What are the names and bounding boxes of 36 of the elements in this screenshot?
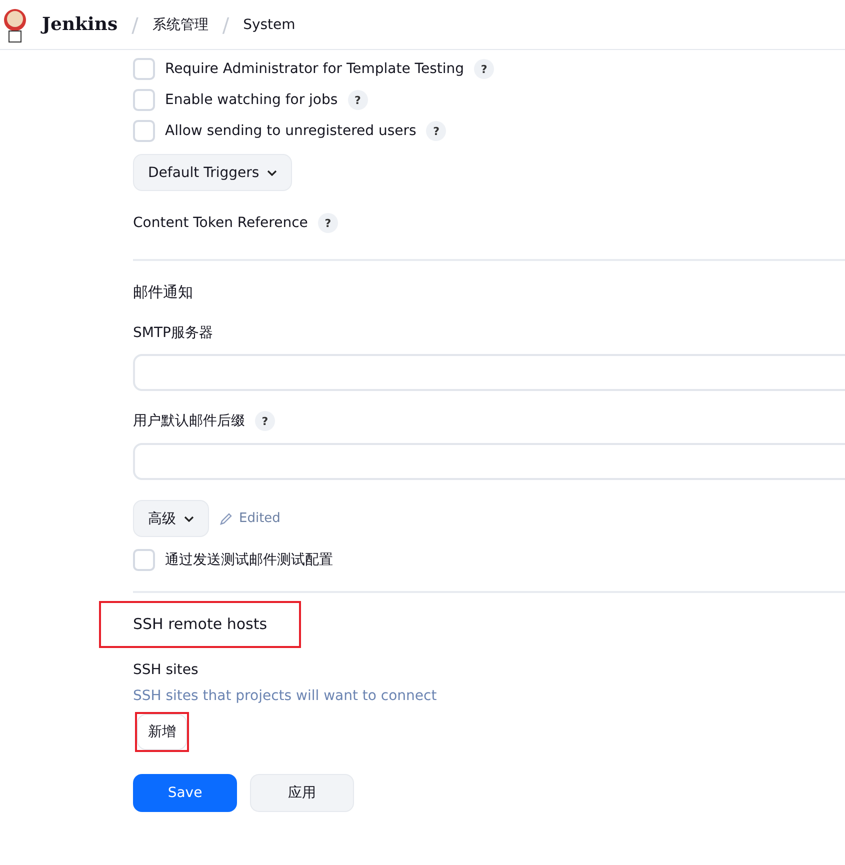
field-description: SSH sites that projects will want to connect — [133, 688, 437, 704]
help-button[interactable]: ? — [348, 90, 368, 110]
edited-indicator: Edited — [219, 511, 280, 526]
help-button[interactable]: ? — [318, 213, 338, 233]
smtp-field[interactable] — [133, 354, 845, 391]
chevron-down-icon — [267, 170, 278, 176]
checkbox[interactable] — [133, 120, 155, 142]
checkbox[interactable] — [133, 549, 155, 571]
advanced-button[interactable]: 高级 — [133, 500, 209, 537]
option-label: Allow sending to unregistered users — [165, 123, 416, 139]
section-title: 邮件通知 — [133, 283, 193, 302]
field-label: SMTP服务器 — [133, 324, 213, 342]
checkbox[interactable] — [133, 58, 155, 80]
chevron-down-icon — [184, 516, 194, 522]
section-title: SSH remote hosts — [133, 615, 268, 633]
brand-name[interactable]: Jenkins — [42, 14, 118, 35]
help-button[interactable]: ? — [426, 121, 446, 141]
help-button[interactable]: ? — [474, 59, 494, 79]
pencil-icon — [219, 512, 233, 526]
breadcrumb-separator: / — [132, 12, 138, 36]
field-label: 用户默认邮件后缀 — [133, 412, 245, 430]
option-label: Require Administrator for Template Testing — [165, 61, 464, 77]
default-triggers-button[interactable]: Default Triggers — [133, 154, 292, 191]
option-label: Enable watching for jobs — [165, 92, 338, 108]
apply-button[interactable]: 应用 — [250, 774, 354, 812]
breadcrumb-link[interactable]: System — [243, 16, 296, 32]
help-button[interactable]: ? — [255, 411, 275, 431]
add-button[interactable]: 新增 — [137, 714, 187, 750]
breadcrumb-link[interactable]: 系统管理 — [152, 16, 208, 34]
save-button[interactable]: Save — [133, 774, 237, 812]
option-label: 通过发送测试邮件测试配置 — [165, 551, 333, 569]
checkbox[interactable] — [133, 89, 155, 111]
mail-suffix-field[interactable] — [133, 443, 845, 480]
field-label: SSH sites — [133, 662, 198, 678]
breadcrumb-separator: / — [222, 12, 230, 36]
content-token-label: Content Token Reference — [133, 215, 308, 231]
